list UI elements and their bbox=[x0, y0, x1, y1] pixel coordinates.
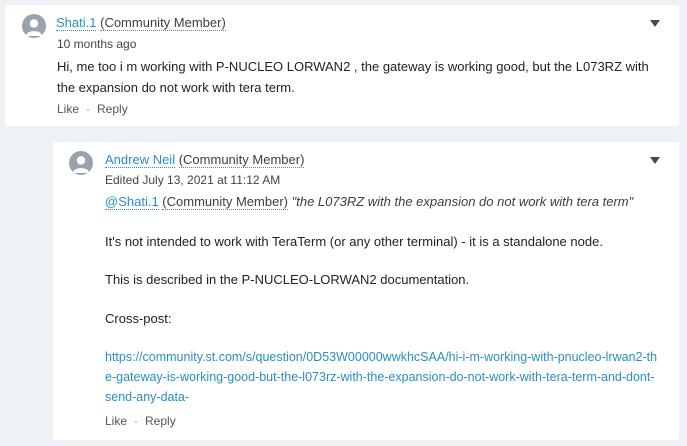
quote-line: @Shati.1 (Community Member) "the L073RZ … bbox=[105, 194, 634, 210]
mention-link[interactable]: @Shati.1 bbox=[105, 194, 159, 210]
comment-actions: Like · Reply bbox=[105, 414, 176, 428]
comment-card: Shati.1 (Community Member) 10 months ago… bbox=[5, 5, 679, 126]
chevron-down-icon[interactable] bbox=[650, 157, 660, 164]
chevron-down-icon[interactable] bbox=[650, 20, 660, 27]
comment-timestamp: 10 months ago bbox=[57, 37, 137, 51]
comment-timestamp: Edited July 13, 2021 at 11:12 AM bbox=[105, 173, 281, 187]
action-separator: · bbox=[134, 414, 139, 428]
action-separator: · bbox=[86, 102, 91, 116]
comment-paragraph: It's not intended to work with TeraTerm … bbox=[105, 234, 603, 249]
comment-paragraph: This is described in the P-NUCLEO-LORWAN… bbox=[105, 272, 470, 287]
like-button[interactable]: Like bbox=[105, 414, 127, 428]
author-role: (Community Member) bbox=[178, 152, 305, 168]
author-role: (Community Member) bbox=[100, 15, 226, 31]
comment-header: Andrew Neil (Community Member) bbox=[105, 152, 305, 168]
reply-button[interactable]: Reply bbox=[145, 414, 176, 428]
comment-body: Hi, me too i m working with P-NUCLEO LOR… bbox=[57, 59, 649, 95]
comment-paragraph: Cross-post: bbox=[105, 311, 172, 326]
mention-role: (Community Member) bbox=[162, 194, 288, 210]
reply-card: Andrew Neil (Community Member) Edited Ju… bbox=[53, 142, 679, 440]
quoted-text: "the L073RZ with the expansion do not wo… bbox=[291, 194, 634, 209]
author-link[interactable]: Shati.1 bbox=[56, 15, 97, 31]
comment-header: Shati.1 (Community Member) bbox=[56, 15, 226, 31]
cross-post-link[interactable]: https://community.st.com/s/question/0D53… bbox=[105, 347, 660, 407]
user-avatar-icon[interactable] bbox=[69, 151, 93, 175]
reply-button[interactable]: Reply bbox=[97, 102, 128, 116]
like-button[interactable]: Like bbox=[57, 102, 79, 116]
author-link[interactable]: Andrew Neil bbox=[105, 152, 176, 168]
comment-actions: Like · Reply bbox=[57, 102, 128, 116]
user-avatar-icon[interactable] bbox=[22, 14, 46, 38]
